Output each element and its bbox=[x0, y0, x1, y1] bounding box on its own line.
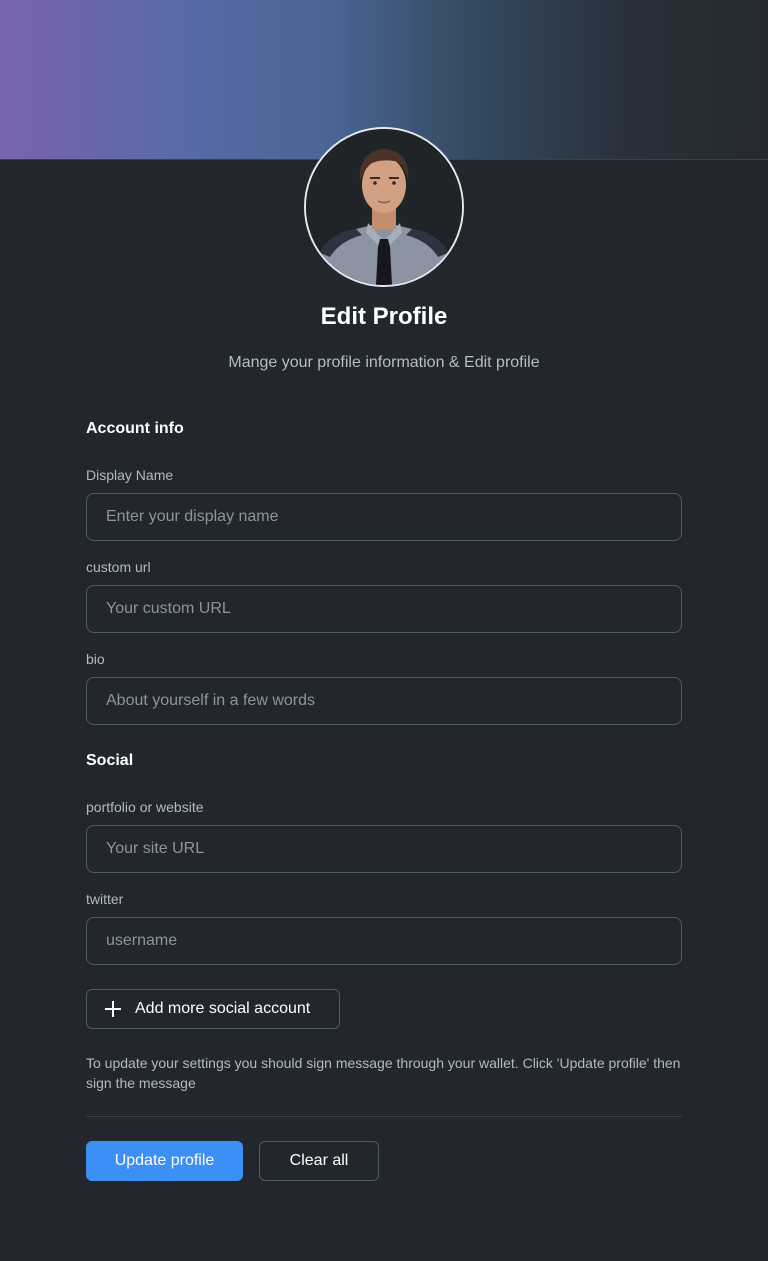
bio-input[interactable] bbox=[86, 677, 682, 725]
account-info-heading: Account info bbox=[86, 420, 184, 437]
page-title: Edit Profile bbox=[320, 303, 448, 330]
add-social-account-label: Add more social account bbox=[135, 1000, 311, 1017]
custom-url-label: custom url bbox=[86, 559, 151, 575]
divider bbox=[86, 1116, 682, 1117]
add-social-account-button[interactable]: Add more social account bbox=[86, 989, 340, 1029]
edit-profile-page: Edit Profile Mange your profile informat… bbox=[0, 0, 768, 1261]
avatar[interactable] bbox=[304, 127, 464, 287]
page-subtitle: Mange your profile information & Edit pr… bbox=[228, 354, 540, 371]
twitter-input[interactable] bbox=[86, 917, 682, 965]
update-profile-button[interactable]: Update profile bbox=[86, 1141, 243, 1181]
social-heading: Social bbox=[86, 752, 134, 769]
display-name-label: Display Name bbox=[86, 467, 174, 483]
portfolio-input[interactable] bbox=[86, 825, 682, 873]
bio-label: bio bbox=[86, 651, 105, 667]
twitter-label: twitter bbox=[86, 891, 124, 907]
wallet-sign-notice: To update your settings you should sign … bbox=[86, 1055, 681, 1091]
display-name-input[interactable] bbox=[86, 493, 682, 541]
portfolio-label: portfolio or website bbox=[86, 799, 204, 815]
custom-url-input[interactable] bbox=[86, 585, 682, 633]
plus-icon bbox=[105, 1001, 121, 1017]
clear-all-button[interactable]: Clear all bbox=[259, 1141, 379, 1181]
avatar-image bbox=[306, 129, 462, 285]
